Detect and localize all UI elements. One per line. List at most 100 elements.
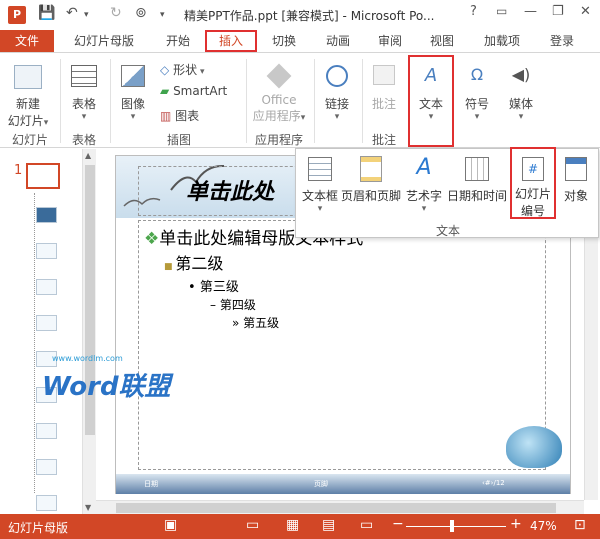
- smartart-button[interactable]: ▰ SmartArt: [160, 84, 227, 98]
- group-label-tables: 表格: [71, 133, 96, 147]
- object-button[interactable]: 对象: [558, 153, 594, 204]
- object-icon: [565, 157, 587, 181]
- title-placeholder-border: [138, 166, 308, 216]
- zoom-in-button[interactable]: +: [510, 516, 522, 532]
- calendar-clock-icon: [465, 157, 489, 181]
- group-label-slides: 幻灯片: [11, 133, 48, 147]
- wordart-button[interactable]: A 艺术字 ▾: [404, 153, 444, 214]
- group-separator: [314, 59, 315, 143]
- close-button[interactable]: ✕: [580, 4, 591, 19]
- slideshow-view-icon[interactable]: ▭: [360, 517, 373, 533]
- comment-button[interactable]: 批注: [366, 57, 402, 112]
- media-button[interactable]: ◀) 媒体 ▾: [502, 57, 540, 122]
- header-footer-button[interactable]: 页眉和页脚: [340, 153, 402, 204]
- layout-thumbnail[interactable]: [36, 279, 57, 295]
- window-title: 精美PPT作品.ppt [兼容模式] - Microsoft Po...: [184, 9, 435, 23]
- chevron-down-icon: ▾: [197, 67, 205, 77]
- group-separator: [362, 59, 363, 143]
- office-apps-button[interactable]: Office 应用程序▾: [248, 57, 310, 124]
- wordart-icon: A: [416, 155, 432, 180]
- link-button[interactable]: 链接 ▾: [318, 57, 356, 122]
- help-button[interactable]: ?: [470, 4, 477, 19]
- zoom-slider-thumb[interactable]: [450, 520, 454, 532]
- zoom-out-button[interactable]: −: [392, 516, 404, 532]
- undo-dropdown-icon[interactable]: ▾: [84, 10, 89, 20]
- ribbon-display-options-icon[interactable]: ▭: [496, 4, 507, 18]
- tab-transitions[interactable]: 切换: [266, 30, 302, 52]
- scroll-thumb[interactable]: [116, 503, 556, 513]
- tab-animations[interactable]: 动画: [320, 30, 356, 52]
- layout-thumbnail[interactable]: [36, 207, 57, 223]
- powerpoint-logo-icon: P: [8, 6, 26, 24]
- tab-insert[interactable]: 插入: [205, 30, 257, 52]
- normal-view-icon[interactable]: ▭: [246, 517, 259, 533]
- tab-slide-master[interactable]: 幻灯片母版: [68, 30, 140, 52]
- tab-addins[interactable]: 加载项: [478, 30, 526, 52]
- header-footer-icon: [360, 156, 382, 182]
- watermark-url: www.wordlm.com: [52, 354, 123, 363]
- tab-file[interactable]: 文件: [0, 30, 54, 52]
- dot-bullet-icon: •: [188, 280, 200, 295]
- new-slide-button[interactable]: 新建 幻灯片▾: [4, 57, 52, 129]
- footer-center[interactable]: 页脚: [314, 479, 328, 489]
- chevron-down-icon: ▾: [334, 112, 340, 122]
- new-comment-icon: [373, 65, 395, 85]
- image-icon: [121, 65, 145, 87]
- restore-button[interactable]: ❐: [552, 4, 564, 19]
- layout-thumbnail[interactable]: [36, 495, 57, 511]
- omega-icon: Ω: [470, 65, 484, 84]
- tab-review[interactable]: 审阅: [372, 30, 408, 52]
- thumbnail-scrollbar[interactable]: ▲ ▼: [82, 149, 96, 514]
- minimize-button[interactable]: —: [524, 4, 537, 19]
- layout-thumbnail[interactable]: [36, 243, 57, 259]
- slide-sorter-icon[interactable]: ▦: [286, 517, 299, 533]
- text-level-3: • 第三级: [188, 276, 239, 295]
- diamond-bullet-icon: ❖: [144, 229, 160, 249]
- save-icon[interactable]: 💾: [38, 5, 55, 21]
- table-button[interactable]: 表格 ▾: [64, 57, 104, 122]
- textbox-icon: [308, 157, 332, 181]
- layout-thumbnail[interactable]: [36, 459, 57, 475]
- fit-slide-icon[interactable]: ⊡: [574, 517, 586, 533]
- comment-label: 批注: [371, 97, 396, 111]
- undo-icon[interactable]: ↶: [66, 5, 78, 21]
- accessibility-check-icon[interactable]: ▣: [164, 517, 177, 533]
- symbol-button[interactable]: Ω 符号 ▾: [458, 57, 496, 122]
- start-slideshow-icon[interactable]: ⊚: [135, 5, 147, 21]
- chevron-down-icon: ▾: [300, 113, 306, 123]
- shapes-button[interactable]: ◇ 形状 ▾: [160, 61, 204, 78]
- slide-master-thumbnail[interactable]: [26, 163, 60, 189]
- customize-quick-access-icon[interactable]: ▾: [160, 10, 165, 20]
- chevron-bullet-icon: »: [232, 316, 244, 330]
- tab-home[interactable]: 开始: [160, 30, 196, 52]
- chevron-down-icon: ▾: [43, 118, 49, 128]
- redo-icon[interactable]: ↻: [110, 5, 122, 21]
- layout-thumbnail[interactable]: [36, 315, 57, 331]
- footer-date[interactable]: 日期: [144, 479, 158, 489]
- image-button[interactable]: 图像 ▾: [114, 57, 152, 122]
- zoom-slider-track[interactable]: [406, 526, 506, 527]
- footer-slide-number[interactable]: ‹#›/12: [482, 479, 505, 487]
- wordart-label: 艺术字: [405, 189, 442, 203]
- datetime-button[interactable]: 日期和时间: [446, 153, 508, 204]
- tab-view[interactable]: 视图: [424, 30, 460, 52]
- header-footer-label: 页眉和页脚: [340, 189, 401, 203]
- textbox-button[interactable]: 文本框 ▾: [300, 153, 340, 214]
- chevron-down-icon: ▾: [81, 112, 87, 122]
- group-separator: [60, 59, 61, 143]
- image-label: 图像: [120, 97, 145, 111]
- zoom-level[interactable]: 47%: [530, 519, 557, 533]
- smartart-icon: ▰: [160, 84, 170, 98]
- sign-in-link[interactable]: 登录: [544, 30, 580, 52]
- scroll-up-icon[interactable]: ▲: [85, 151, 91, 160]
- scroll-down-icon[interactable]: ▼: [85, 503, 91, 512]
- slide-horizontal-scrollbar[interactable]: [96, 500, 584, 514]
- layout-connector-line: [34, 193, 35, 493]
- media-label: 媒体: [508, 97, 533, 111]
- reading-view-icon[interactable]: ▤: [322, 517, 335, 533]
- selected-slide-number: 1: [14, 163, 23, 178]
- chart-button[interactable]: ▥ 图表: [160, 107, 199, 124]
- layout-thumbnail[interactable]: [36, 423, 57, 439]
- group-label-comments: 批注: [371, 133, 396, 147]
- symbol-label: 符号: [464, 97, 489, 111]
